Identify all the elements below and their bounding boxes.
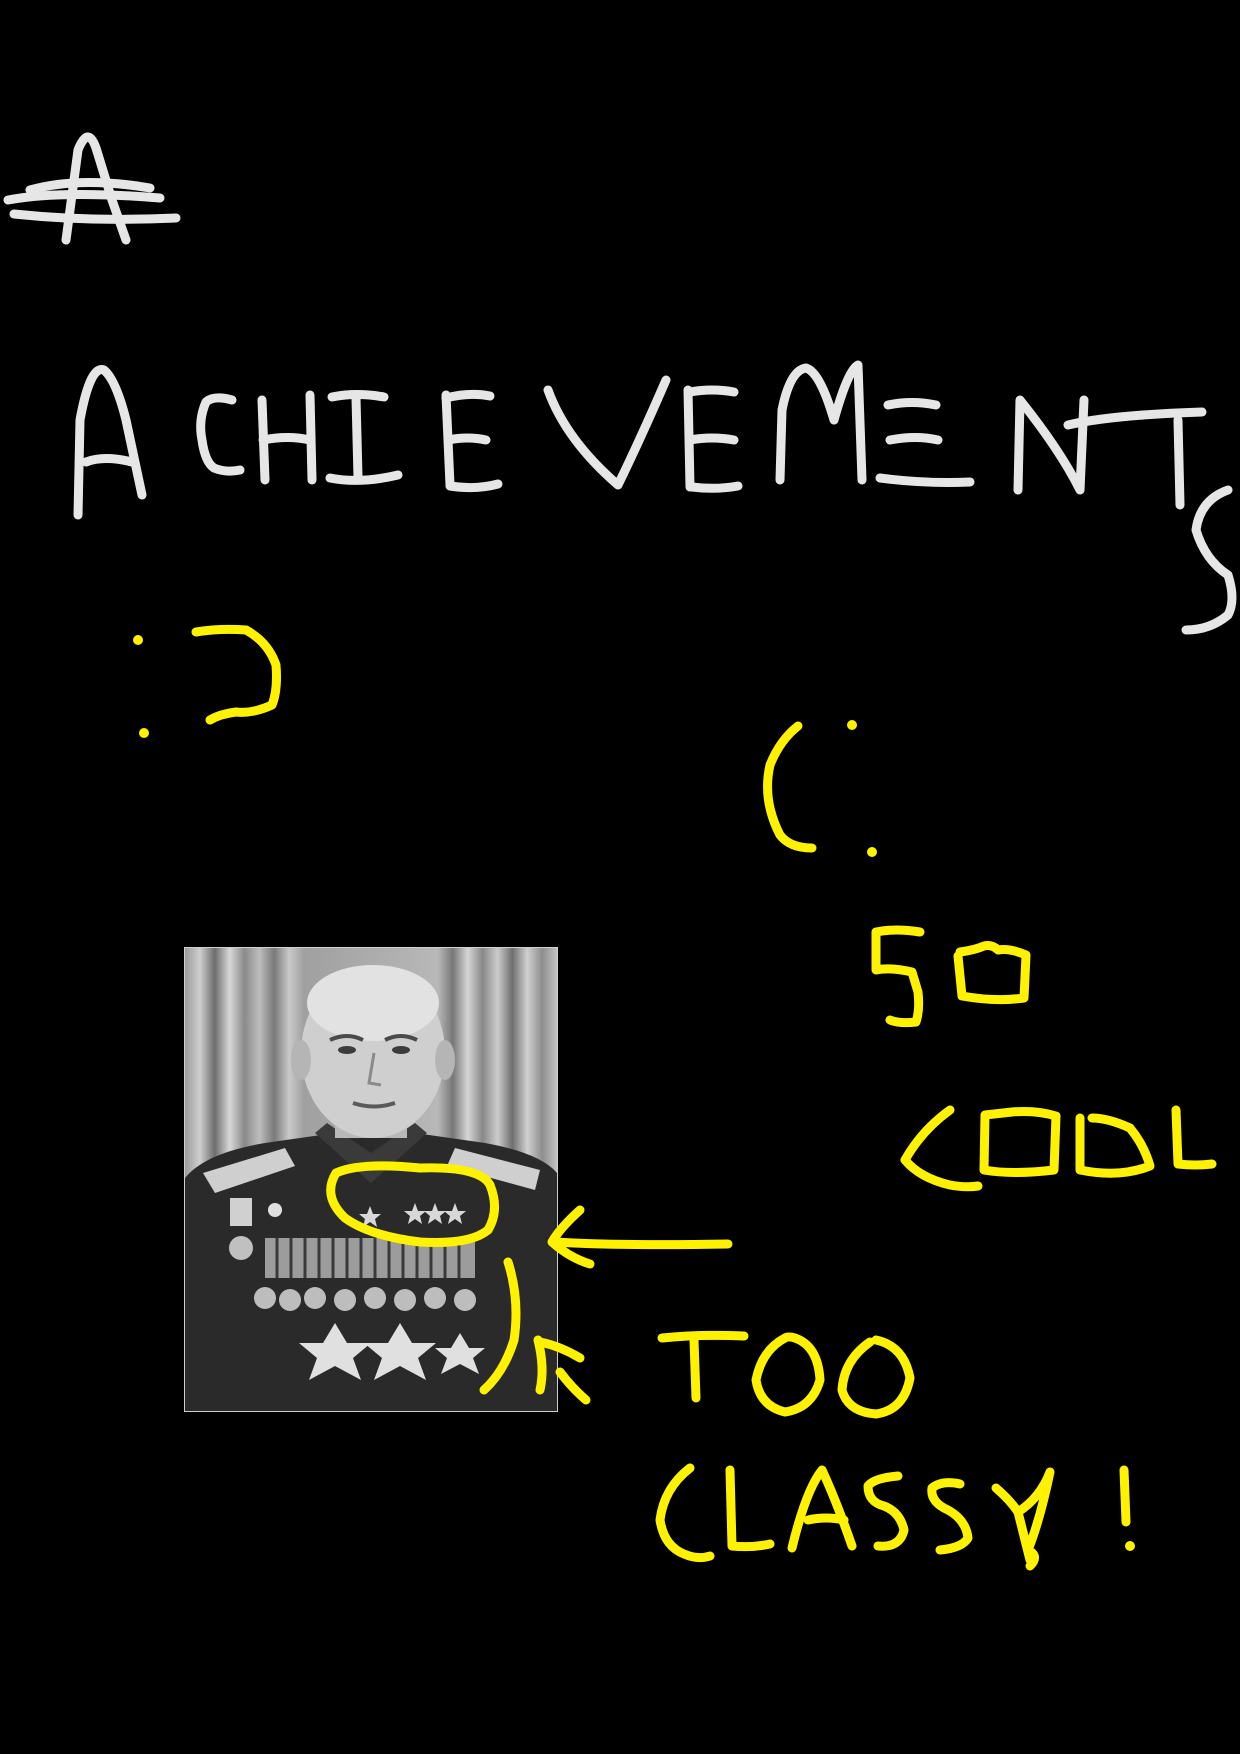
- sad-face-drawing: [763, 720, 877, 857]
- classy-text-drawing: [655, 1463, 1135, 1571]
- so-text-drawing: [871, 925, 1031, 1028]
- sad-face-text: (:: [0, 0, 1, 1]
- officer-portrait-drawing: [185, 965, 557, 1411]
- happy-face-drawing: [133, 624, 281, 738]
- officer-portrait-photo: [184, 947, 558, 1412]
- cool-text-drawing: [900, 1105, 1217, 1192]
- happy-face-text: :): [0, 0, 1, 1]
- arrow-to-stars: [547, 1205, 733, 1269]
- crossed-out-a-letter: [3, 132, 181, 245]
- crossed-out-letter: A: [0, 0, 1, 1]
- so-cool-text: SO COOL: [0, 0, 1, 1]
- hand-drawn-ink-layer: [3, 132, 1237, 1571]
- too-classy-text: TOO CLASSY!: [0, 0, 1, 1]
- achievements-title-letters: [73, 360, 1237, 635]
- drawing-canvas: A ACHIEVEMENTS :) (: SO COOL TOO CLASSY!: [0, 0, 1240, 1754]
- too-text-drawing: [657, 1330, 915, 1419]
- title-text: ACHIEVEMENTS: [0, 0, 1, 1]
- black-scribble-shapes: [75, 190, 330, 360]
